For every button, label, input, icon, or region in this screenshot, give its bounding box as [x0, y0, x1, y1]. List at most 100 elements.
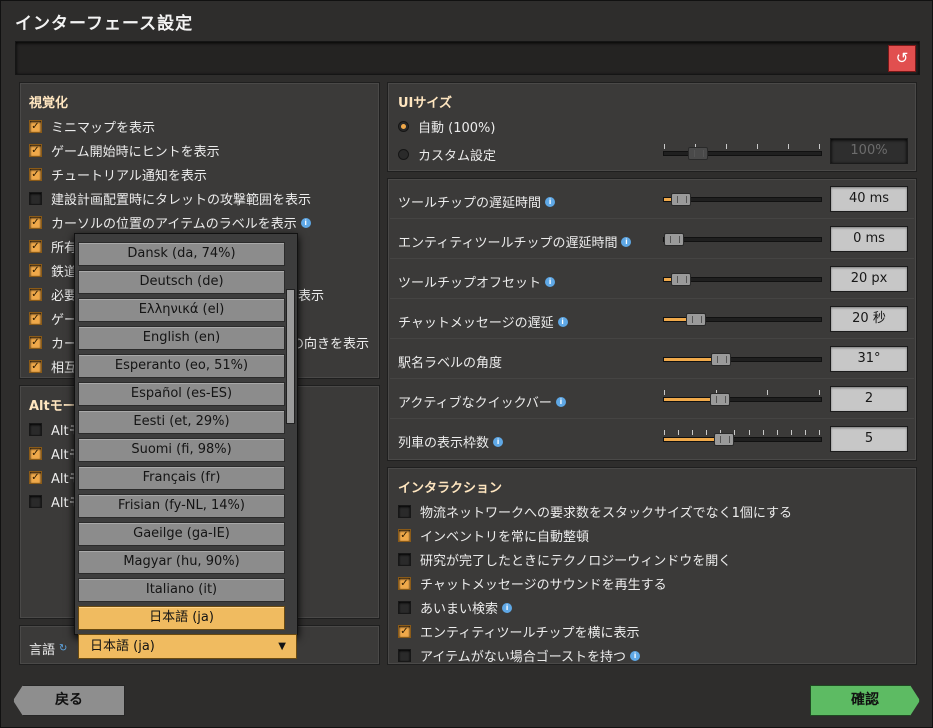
- checkbox[interactable]: [29, 495, 42, 508]
- slider-thumb[interactable]: [710, 393, 730, 406]
- language-dropdown-list[interactable]: Dansk (da, 74%) Deutsch (de) Ελληνικά (el)…: [74, 233, 298, 635]
- visual-option-item[interactable]: カーソルの位置のアイテムのラベルを表示i: [29, 213, 311, 232]
- setting-slider[interactable]: [663, 390, 822, 406]
- setting-slider[interactable]: [663, 193, 822, 206]
- language-option[interactable]: Ελληνικά (el): [78, 298, 285, 322]
- language-option[interactable]: Italiano (it): [78, 578, 285, 602]
- setting-slider[interactable]: [663, 273, 822, 286]
- info-icon: i: [545, 276, 556, 287]
- checkbox[interactable]: [29, 192, 42, 205]
- interaction-option-item[interactable]: エンティティツールチップを横に表示: [398, 622, 639, 641]
- slider-thumb[interactable]: [714, 433, 734, 446]
- checkbox[interactable]: [29, 168, 42, 181]
- checkbox[interactable]: [398, 625, 411, 638]
- interaction-option-item[interactable]: 研究が完了したときにテクノロジーウィンドウを開く: [398, 550, 731, 569]
- checkbox[interactable]: [29, 288, 42, 301]
- slider-value-field[interactable]: 31°: [830, 346, 908, 372]
- interaction-panel: インタラクション 物流ネットワークへの要求数をスタックサイズでなく1個にするイン…: [387, 467, 917, 665]
- language-option[interactable]: English (en): [78, 326, 285, 350]
- interaction-option-item[interactable]: アイテムがない場合ゴーストを持つ i: [398, 646, 641, 665]
- slider-label: ツールチップの遅延時間: [398, 196, 542, 211]
- interaction-option-label: あいまい検索: [420, 602, 499, 617]
- slider-thumb[interactable]: [671, 273, 691, 286]
- checkbox[interactable]: [29, 144, 42, 157]
- checkbox[interactable]: [398, 577, 411, 590]
- language-option[interactable]: Esperanto (eo, 51%): [78, 354, 285, 378]
- visual-option-item[interactable]: 鉄道: [29, 261, 77, 280]
- language-option[interactable]: Suomi (fi, 98%): [78, 438, 285, 462]
- checkbox[interactable]: [29, 447, 42, 460]
- reset-button[interactable]: ↺: [888, 45, 916, 72]
- checkbox[interactable]: [29, 423, 42, 436]
- slider-value-field[interactable]: 0 ms: [830, 226, 908, 252]
- ui-size-slider[interactable]: [663, 144, 822, 160]
- language-option[interactable]: Français (fr): [78, 466, 285, 490]
- language-option[interactable]: Dansk (da, 74%): [78, 242, 285, 266]
- setting-slider[interactable]: [663, 430, 822, 446]
- language-option[interactable]: 日本語 (ja): [78, 606, 285, 630]
- visual-option-item[interactable]: ミニマップを表示: [29, 117, 155, 136]
- slider-setting-label: 列車の表示枠数 i: [398, 432, 504, 451]
- language-option[interactable]: Deutsch (de): [78, 270, 285, 294]
- interaction-option-item[interactable]: あいまい検索 i: [398, 598, 513, 617]
- visual-option-item[interactable]: チュートリアル通知を表示: [29, 165, 207, 184]
- language-selected-value: 日本語 (ja): [90, 639, 155, 654]
- visual-option-label: ミニマップを表示: [51, 121, 156, 136]
- slider-tick: [678, 430, 679, 435]
- slider-value-field[interactable]: 2: [830, 386, 908, 412]
- language-option[interactable]: Frisian (fy-NL, 14%): [78, 494, 285, 518]
- interaction-option-item[interactable]: インベントリを常に自動整頓: [398, 526, 589, 545]
- slider-thumb[interactable]: [711, 353, 731, 366]
- checkbox[interactable]: [29, 360, 42, 373]
- checkbox[interactable]: [398, 505, 411, 518]
- slider-tick: [692, 430, 693, 435]
- ui-size-auto-radio[interactable]: 自動 (100%): [398, 117, 495, 136]
- checkbox[interactable]: [398, 649, 411, 662]
- checkbox[interactable]: [29, 216, 42, 229]
- slider-thumb[interactable]: [664, 233, 684, 246]
- visual-option-item[interactable]: 建設計画配置時にタレットの攻撃範囲を表示: [29, 189, 311, 208]
- back-button[interactable]: 戻る: [13, 685, 125, 716]
- slider-value-field[interactable]: 20 秒: [830, 306, 908, 332]
- visual-option-item[interactable]: カー: [29, 333, 77, 352]
- visual-option-item[interactable]: ゲーム開始時にヒントを表示: [29, 141, 220, 160]
- setting-slider[interactable]: [663, 233, 822, 246]
- slider-value-field[interactable]: 40 ms: [830, 186, 908, 212]
- slider-value-field[interactable]: 20 px: [830, 266, 908, 292]
- checkbox[interactable]: [29, 264, 42, 277]
- dropdown-scrollbar[interactable]: [286, 289, 295, 424]
- checkbox[interactable]: [29, 120, 42, 133]
- separator: [390, 218, 914, 219]
- slider-tick: [706, 430, 707, 435]
- checkbox[interactable]: [398, 601, 411, 614]
- interaction-option-item[interactable]: チャットメッセージのサウンドを再生する: [398, 574, 667, 593]
- language-option[interactable]: Español (es-ES): [78, 382, 285, 406]
- ui-size-slider-thumb[interactable]: [688, 147, 708, 160]
- radio-custom[interactable]: [398, 149, 409, 160]
- visual-option-item[interactable]: 相互: [29, 357, 77, 376]
- checkbox[interactable]: [29, 471, 42, 484]
- language-select[interactable]: 日本語 (ja) ▼: [78, 634, 297, 659]
- checkbox[interactable]: [29, 336, 42, 349]
- language-option[interactable]: Magyar (hu, 90%): [78, 550, 285, 574]
- setting-slider[interactable]: [663, 353, 822, 366]
- checkbox[interactable]: [398, 553, 411, 566]
- language-option[interactable]: Gaeilge (ga-IE): [78, 522, 285, 546]
- ui-size-custom-radio[interactable]: カスタム設定: [398, 145, 496, 164]
- interaction-option-label: 物流ネットワークへの要求数をスタックサイズでなく1個にする: [420, 506, 793, 521]
- checkbox[interactable]: [29, 312, 42, 325]
- visual-option-item[interactable]: ゲー: [29, 309, 77, 328]
- slider-setting-label: ツールチップオフセット i: [398, 272, 556, 291]
- slider-thumb[interactable]: [686, 313, 706, 326]
- checkbox[interactable]: [398, 529, 411, 542]
- slider-thumb[interactable]: [671, 193, 691, 206]
- checkbox[interactable]: [29, 240, 42, 253]
- radio-auto[interactable]: [398, 121, 409, 132]
- confirm-button[interactable]: 確認: [810, 685, 920, 716]
- visual-option-item[interactable]: 所有: [29, 237, 77, 256]
- interaction-option-item[interactable]: 物流ネットワークへの要求数をスタックサイズでなく1個にする: [398, 502, 792, 521]
- slider-value-field[interactable]: 5: [830, 426, 908, 452]
- visual-option-item[interactable]: 必要: [29, 285, 77, 304]
- setting-slider[interactable]: [663, 313, 822, 326]
- language-option[interactable]: Eesti (et, 29%): [78, 410, 285, 434]
